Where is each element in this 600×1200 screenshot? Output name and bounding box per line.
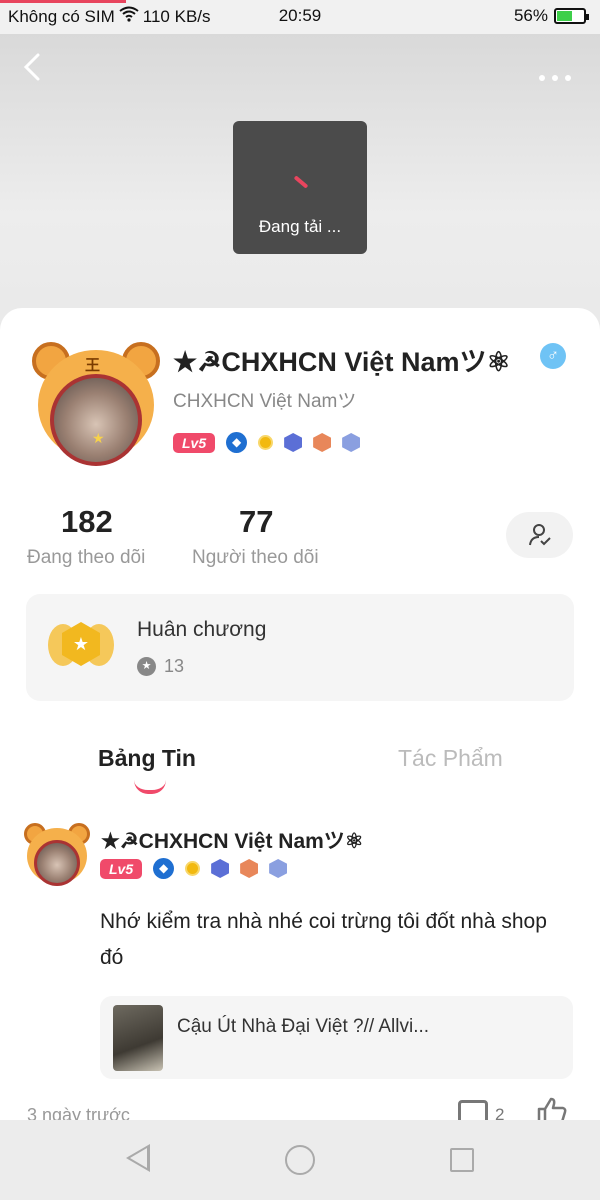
star-circle-icon: ★	[137, 657, 156, 676]
level-badge[interactable]: Lv5	[100, 858, 143, 879]
chevron-left-icon	[23, 53, 40, 81]
post-author-name[interactable]: ★☭CHXHCN Việt Namツ⚛	[101, 825, 364, 855]
status-right: 56%	[513, 6, 589, 26]
loading-text: Đang tải ...	[258, 217, 342, 236]
following-label[interactable]: Đang theo dõi	[27, 547, 145, 569]
coin-badge-icon[interactable]	[185, 861, 201, 876]
coin-badge-icon[interactable]	[258, 435, 274, 450]
post-text[interactable]: Nhớ kiểm tra nhà nhé coi trừng tôi đốt n…	[100, 904, 570, 976]
shield-orange-badge-icon[interactable]	[240, 859, 259, 878]
profile-display-name: ★☭CHXHCN Việt Namツ⚛	[173, 347, 511, 377]
tab-works[interactable]: Tác Phẩm	[398, 745, 503, 772]
page-load-progress	[0, 0, 126, 3]
drop-badge-icon[interactable]: ◆	[153, 858, 175, 879]
more-options-button[interactable]	[538, 58, 572, 89]
medals-count: ★ 13	[137, 656, 184, 677]
level-badge[interactable]: Lv5	[173, 432, 216, 453]
battery-icon	[554, 8, 589, 24]
profile-badges: Lv5 ◆	[173, 432, 361, 453]
status-bar: Không có SIM 110 KB/s 20:59 56%	[0, 0, 600, 34]
loading-toast: Đang tải ...	[233, 121, 367, 254]
system-navigation-bar	[0, 1120, 600, 1200]
post-author-avatar[interactable]	[24, 822, 90, 888]
medals-title: Huân chương	[137, 618, 267, 641]
shield-lightblue-badge-icon[interactable]	[269, 859, 288, 878]
followers-label[interactable]: Người theo dõi	[192, 547, 319, 569]
shield-orange-badge-icon[interactable]	[313, 433, 332, 452]
following-count[interactable]: 182	[61, 504, 113, 540]
male-gender-icon: ♂	[540, 343, 566, 369]
followers-count[interactable]: 77	[239, 504, 273, 540]
more-dots-icon	[539, 75, 571, 81]
tab-feed[interactable]: Bảng Tin	[98, 745, 196, 772]
clock: 20:59	[278, 6, 322, 25]
medal-icon: ★	[48, 618, 114, 674]
shield-blue-badge-icon[interactable]	[211, 859, 230, 878]
referenced-work-card[interactable]: Cậu Út Nhà Đại Việt ?// Allvi...	[100, 996, 573, 1079]
profile-username: CHXHCN Việt Namツ	[173, 391, 357, 412]
avatar-photo: ★	[50, 374, 142, 466]
back-button[interactable]	[22, 52, 52, 82]
post-author-badges: Lv5 ◆	[100, 858, 288, 879]
star-icon: ★	[92, 430, 105, 446]
drop-badge-icon[interactable]: ◆	[226, 432, 248, 453]
medals-count-value: 13	[164, 656, 185, 676]
nav-home-icon[interactable]	[285, 1145, 315, 1175]
avatar-photo	[34, 840, 80, 886]
loading-spinner-icon	[293, 175, 309, 189]
work-thumbnail	[113, 1005, 163, 1071]
nav-recent-apps-icon[interactable]	[450, 1148, 474, 1172]
medals-section[interactable]: ★ Huân chương ★ 13	[26, 594, 574, 701]
user-check-icon	[528, 524, 551, 546]
follow-user-button[interactable]	[506, 512, 573, 558]
shield-blue-badge-icon[interactable]	[284, 433, 303, 452]
tiger-mark-icon: 王	[85, 357, 101, 374]
battery-level	[557, 11, 572, 21]
work-title: Cậu Út Nhà Đại Việt ?// Allvi...	[177, 1016, 430, 1037]
shield-lightblue-badge-icon[interactable]	[342, 433, 361, 452]
battery-percent: 56%	[513, 6, 548, 25]
profile-avatar[interactable]: 王 ★	[32, 340, 160, 468]
nav-back-icon[interactable]	[126, 1144, 150, 1172]
